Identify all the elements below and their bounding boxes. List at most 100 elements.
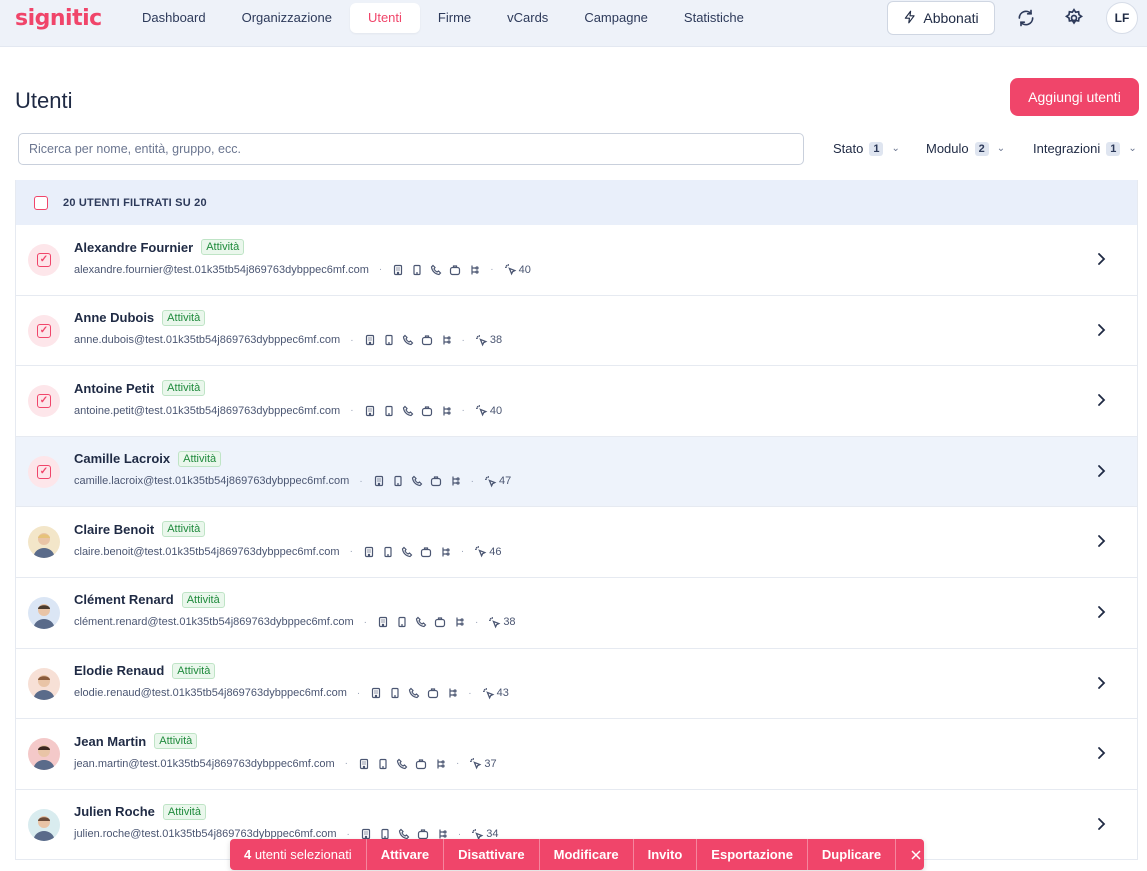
- avatar[interactable]: [28, 738, 60, 771]
- row-meta: jean.martin@test.01k35tb54j869763dybppec…: [74, 757, 497, 770]
- user-name[interactable]: Camille Lacroix: [74, 451, 170, 466]
- close-icon[interactable]: [896, 839, 936, 870]
- nav-item-organizzazione[interactable]: Organizzazione: [224, 3, 350, 33]
- cursor-click-icon: [504, 264, 517, 276]
- nav-item-vcards[interactable]: vCards: [489, 3, 566, 33]
- user-name[interactable]: Julien Roche: [74, 804, 155, 819]
- user-name[interactable]: Antoine Petit: [74, 381, 154, 396]
- avatar[interactable]: [28, 808, 60, 841]
- row-checkbox[interactable]: ✓: [28, 314, 60, 347]
- views-count: 40: [504, 263, 531, 276]
- filter-count: 2: [974, 141, 989, 156]
- row-checkbox[interactable]: ✓: [28, 455, 60, 488]
- nav-item-statistiche[interactable]: Statistiche: [666, 3, 762, 33]
- activate-button[interactable]: Attivare: [367, 839, 445, 870]
- filter-integrazioni[interactable]: Integrazioni 1 ⌄: [1033, 141, 1137, 156]
- filter-modulo[interactable]: Modulo 2 ⌄: [926, 141, 1005, 156]
- module-icons: [363, 546, 451, 558]
- nav-item-campagne[interactable]: Campagne: [566, 3, 666, 33]
- avatar[interactable]: [28, 667, 60, 700]
- hierarchy-icon: [442, 335, 451, 345]
- chevron-right-icon[interactable]: [1093, 322, 1109, 343]
- mobile-icon: [384, 405, 393, 416]
- row-meta: antoine.petit@test.01k35tb54j869763dybpp…: [74, 404, 502, 417]
- chevron-right-icon[interactable]: [1093, 251, 1109, 272]
- chevron-down-icon: ⌄: [996, 143, 1006, 154]
- table-row[interactable]: ✓ Anne Dubois Attività anne.dubois@test.…: [16, 295, 1137, 367]
- nav-item-firme[interactable]: Firme: [420, 3, 489, 33]
- table-row[interactable]: ✓ Camille Lacroix Attività camille.lacro…: [16, 436, 1137, 508]
- user-name[interactable]: Anne Dubois: [74, 310, 154, 325]
- users-table: 20 UTENTI FILTRATI SU 20 ✓ Alexandre Fou…: [15, 180, 1138, 861]
- building-icon: [359, 758, 369, 769]
- deactivate-button[interactable]: Disattivare: [444, 839, 540, 870]
- chevron-right-icon[interactable]: [1093, 604, 1109, 625]
- status-badge: Attività: [154, 733, 198, 750]
- mobile-icon: [379, 758, 387, 769]
- main-nav: Dashboard Organizzazione Utenti Firme vC…: [124, 3, 762, 33]
- views-number: 43: [496, 687, 509, 700]
- row-meta: alexandre.fournier@test.01k35tb54j869763…: [74, 263, 531, 276]
- chevron-right-icon[interactable]: [1093, 675, 1109, 696]
- building-icon: [365, 334, 374, 346]
- search-input[interactable]: [18, 133, 804, 165]
- row-checkbox[interactable]: ✓: [28, 385, 60, 418]
- filter-label: Modulo: [926, 141, 969, 156]
- status-badge: Attività: [178, 450, 222, 467]
- select-all-checkbox[interactable]: [34, 195, 48, 210]
- gear-icon[interactable]: [1061, 5, 1087, 31]
- user-name[interactable]: Clément Renard: [74, 592, 174, 607]
- user-avatar[interactable]: LF: [1106, 2, 1138, 34]
- sync-icon[interactable]: [1013, 5, 1039, 31]
- status-badge: Attività: [162, 309, 206, 326]
- chevron-right-icon[interactable]: [1093, 816, 1109, 837]
- separator-dot: ·: [461, 334, 465, 346]
- views-count: 37: [469, 757, 497, 770]
- chevron-right-icon[interactable]: [1093, 463, 1109, 484]
- table-row[interactable]: ✓ Alexandre Fournier Attività alexandre.…: [16, 225, 1137, 296]
- table-row[interactable]: Jean Martin Attività jean.martin@test.01…: [16, 719, 1137, 790]
- add-users-button[interactable]: Aggiungi utenti: [1010, 78, 1139, 116]
- avatar[interactable]: [28, 596, 60, 629]
- edit-button[interactable]: Modificare: [540, 839, 634, 870]
- user-name[interactable]: Claire Benoit: [74, 522, 154, 537]
- views-count: 43: [482, 687, 509, 700]
- avatar[interactable]: [28, 526, 60, 559]
- nav-item-dashboard[interactable]: Dashboard: [124, 3, 224, 33]
- table-row[interactable]: Clément Renard Attività clément.renard@t…: [16, 577, 1137, 649]
- check-icon: ✓: [37, 464, 51, 479]
- mobile-icon: [394, 476, 402, 487]
- chevron-right-icon[interactable]: [1093, 392, 1109, 413]
- views-number: 40: [518, 263, 531, 276]
- duplicate-button[interactable]: Duplicare: [808, 839, 897, 870]
- user-name[interactable]: Alexandre Fournier: [74, 240, 193, 255]
- mobile-icon: [384, 334, 393, 346]
- cursor-click-icon: [475, 405, 488, 417]
- export-button[interactable]: Esportazione: [697, 839, 808, 870]
- chevron-right-icon[interactable]: [1093, 533, 1109, 554]
- brand-logo[interactable]: signitic: [15, 6, 102, 31]
- table-row[interactable]: ✓ Antoine Petit Attività antoine.petit@t…: [16, 366, 1137, 437]
- hierarchy-icon: [442, 406, 451, 416]
- user-name[interactable]: Jean Martin: [74, 734, 146, 749]
- filter-stato[interactable]: Stato 1 ⌄: [833, 141, 900, 156]
- views-number: 40: [489, 404, 503, 417]
- mobile-icon: [391, 687, 399, 699]
- separator-dot: ·: [456, 758, 460, 770]
- building-icon: [365, 405, 374, 416]
- filter-label: Integrazioni: [1033, 141, 1101, 156]
- separator-dot: ·: [490, 264, 494, 275]
- module-icons: [377, 616, 465, 628]
- row-checkbox[interactable]: ✓: [28, 244, 60, 276]
- user-name[interactable]: Elodie Renaud: [74, 663, 164, 678]
- table-row[interactable]: Claire Benoit Attività claire.benoit@tes…: [16, 507, 1137, 578]
- row-meta: anne.dubois@test.01k35tb54j869763dybppec…: [74, 334, 502, 347]
- nav-item-utenti[interactable]: Utenti: [349, 3, 420, 33]
- user-email: jean.martin@test.01k35tb54j869763dybppec…: [74, 757, 335, 770]
- table-row[interactable]: Elodie Renaud Attività elodie.renaud@tes…: [16, 648, 1137, 720]
- chevron-right-icon[interactable]: [1093, 745, 1109, 766]
- subscribe-button[interactable]: Abbonati: [887, 1, 995, 35]
- invite-button[interactable]: Invito: [634, 839, 698, 870]
- phone-icon: [411, 475, 423, 487]
- user-email: alexandre.fournier@test.01k35tb54j869763…: [74, 263, 369, 276]
